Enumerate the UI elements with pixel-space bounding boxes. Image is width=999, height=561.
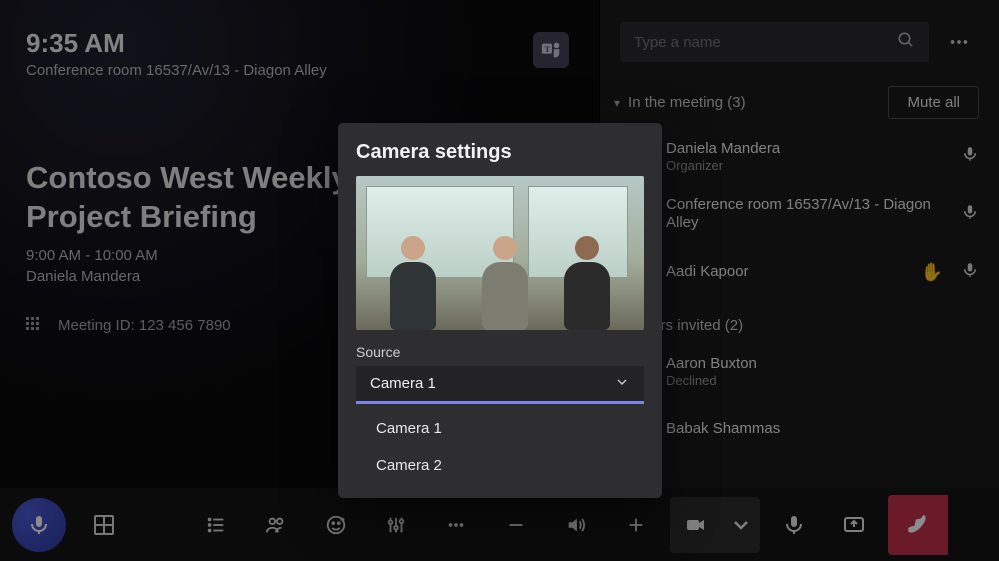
camera-settings-modal: Camera settings Source Camera 1 Camera 1… [338, 123, 662, 498]
camera-source-dropdown: Camera 1 Camera 2 [356, 404, 644, 498]
camera-option[interactable]: Camera 1 [356, 410, 644, 447]
camera-source-select[interactable]: Camera 1 [356, 366, 644, 404]
camera-preview [356, 176, 644, 330]
modal-title: Camera settings [356, 141, 644, 164]
camera-option[interactable]: Camera 2 [356, 447, 644, 484]
source-label: Source [356, 344, 644, 360]
selected-camera: Camera 1 [370, 375, 436, 392]
chevron-down-icon [614, 374, 630, 394]
